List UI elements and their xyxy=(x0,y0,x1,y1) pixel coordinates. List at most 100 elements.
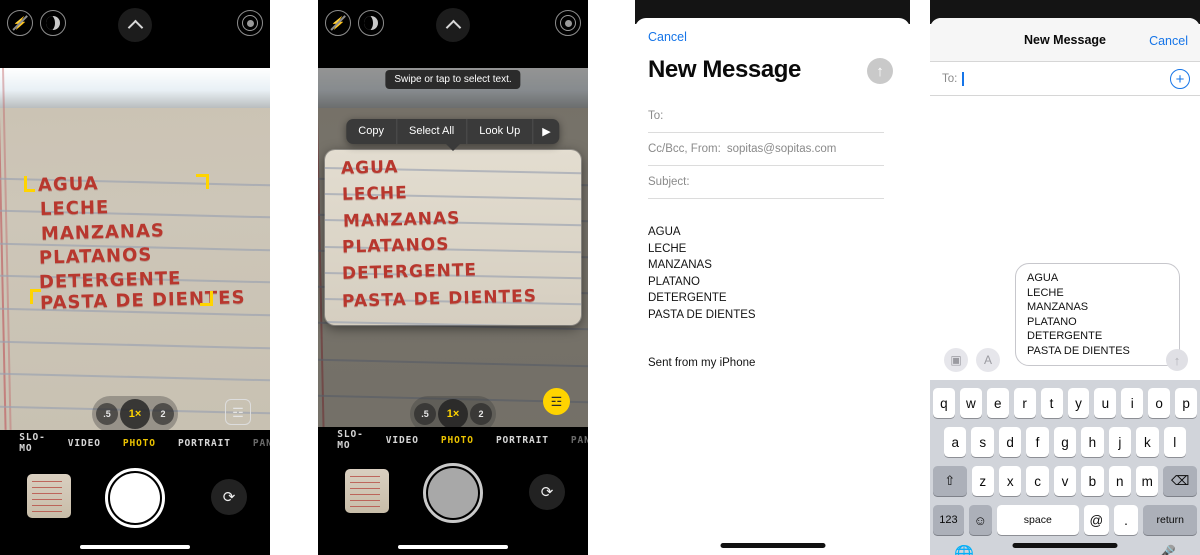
mail-compose-sheet: Cancel New Message ↑ To: Cc/Bcc, From: s… xyxy=(635,18,910,555)
live-text-icon[interactable]: ☲ xyxy=(543,388,570,415)
key-b[interactable]: b xyxy=(1081,466,1104,496)
zoom-option-1x[interactable]: 1× xyxy=(438,399,468,429)
camera-viewfinder[interactable]: AGUA LECHE MANZANAS PLATANOS DETERGENTE … xyxy=(0,68,270,430)
flash-off-icon[interactable]: ⚡ xyxy=(325,10,351,36)
context-menu-look-up[interactable]: Look Up xyxy=(467,119,534,144)
mail-to-field[interactable]: To: xyxy=(648,100,884,133)
shutter-button[interactable] xyxy=(423,463,483,523)
camera-mode-strip[interactable]: E SLO-MO VIDEO PHOTO PORTRAIT PANO xyxy=(0,430,270,456)
numbers-key[interactable]: 123 xyxy=(933,505,964,535)
backspace-key[interactable]: ⌫ xyxy=(1163,466,1198,496)
keyboard-row-2: a s d f g h j k l xyxy=(930,427,1200,457)
key-v[interactable]: v xyxy=(1053,466,1077,496)
last-photo-thumbnail[interactable] xyxy=(345,469,389,513)
mail-body-text[interactable]: AGUA LECHE MANZANAS PLATANO DETERGENTE P… xyxy=(648,224,888,323)
text-context-menu[interactable]: Copy Select All Look Up ▶ xyxy=(346,119,560,144)
key-r[interactable]: r xyxy=(1013,388,1036,418)
send-button[interactable]: ↑ xyxy=(1166,349,1188,371)
period-key[interactable]: . xyxy=(1113,505,1139,535)
context-menu-select-all[interactable]: Select All xyxy=(397,119,468,144)
add-contact-button[interactable]: + xyxy=(1170,69,1190,89)
key-z[interactable]: z xyxy=(971,466,994,496)
key-e[interactable]: e xyxy=(986,388,1009,418)
key-h[interactable]: h xyxy=(1081,427,1104,457)
key-f[interactable]: f xyxy=(1026,427,1049,457)
key-d[interactable]: d xyxy=(998,427,1022,457)
key-a[interactable]: a xyxy=(944,427,967,457)
camera-mode-strip[interactable]: E SLO-MO VIDEO PHOTO PORTRAIT PANO xyxy=(318,427,588,453)
key-q[interactable]: q xyxy=(932,388,955,418)
app-store-icon[interactable]: A xyxy=(976,348,1000,372)
key-o[interactable]: o xyxy=(1148,388,1171,418)
messages-cancel-button[interactable]: Cancel xyxy=(1149,34,1188,48)
key-i[interactable]: i xyxy=(1121,388,1144,418)
mail-body-line: AGUA xyxy=(648,226,681,238)
live-photo-icon[interactable] xyxy=(237,10,263,36)
microphone-icon[interactable]: 🎤 xyxy=(1156,544,1176,555)
zoom-selector[interactable]: .5 1× 2 xyxy=(92,396,178,430)
camera-mode-photo[interactable]: PHOTO xyxy=(441,435,474,446)
key-t[interactable]: t xyxy=(1040,388,1063,418)
space-key[interactable]: space xyxy=(996,505,1079,535)
on-screen-keyboard[interactable]: q w e r t y u i o p a s d f g h j k l ⇧ … xyxy=(930,380,1200,555)
mail-subject-field[interactable]: Subject: xyxy=(648,166,884,199)
selected-text-card[interactable]: AGUA LECHE MANZANAS PLATANOS DETERGENTE … xyxy=(325,150,581,325)
mail-cancel-button[interactable]: Cancel xyxy=(648,30,687,44)
globe-icon[interactable]: 🌐 xyxy=(954,544,974,555)
key-l[interactable]: l xyxy=(1163,427,1186,457)
shutter-button[interactable] xyxy=(105,468,165,528)
messages-to-field[interactable]: To: + xyxy=(930,62,1200,96)
zoom-option-1x[interactable]: 1× xyxy=(120,399,150,429)
chevron-up-icon[interactable] xyxy=(436,8,470,42)
camera-mode-slomo[interactable]: SLO-MO xyxy=(19,432,45,454)
night-mode-icon[interactable] xyxy=(40,10,66,36)
mail-send-button[interactable]: ↑ xyxy=(867,58,893,84)
camera-mode-portrait[interactable]: PORTRAIT xyxy=(178,438,231,449)
live-text-icon[interactable]: ☲ xyxy=(225,399,251,425)
bubble-line: MANZANAS xyxy=(1027,301,1089,313)
zoom-option-0.5[interactable]: .5 xyxy=(96,403,118,425)
flip-camera-icon[interactable]: ⟳ xyxy=(529,474,565,510)
flip-camera-icon[interactable]: ⟳ xyxy=(211,479,247,515)
camera-icon[interactable]: ▣ xyxy=(944,348,968,372)
camera-mode-slomo[interactable]: SLO-MO xyxy=(337,429,363,451)
zoom-option-2x[interactable]: 2 xyxy=(152,403,174,425)
key-g[interactable]: g xyxy=(1053,427,1077,457)
context-menu-copy[interactable]: Copy xyxy=(346,119,397,144)
live-photo-icon[interactable] xyxy=(555,10,581,36)
zoom-selector[interactable]: .5 1× 2 xyxy=(410,396,496,430)
mail-body-line: PASTA DE DIENTES xyxy=(648,308,756,321)
panel-messages-compose: New Message Cancel To: + AGUA LECHE MANZ… xyxy=(930,0,1200,555)
key-y[interactable]: y xyxy=(1067,388,1090,418)
key-m[interactable]: m xyxy=(1136,466,1159,496)
camera-mode-pano[interactable]: PANO xyxy=(253,438,270,449)
flash-off-icon[interactable]: ⚡ xyxy=(7,10,33,36)
at-key[interactable]: @ xyxy=(1083,505,1109,535)
key-c[interactable]: c xyxy=(1026,466,1049,496)
camera-mode-video[interactable]: VIDEO xyxy=(386,435,419,446)
camera-mode-photo[interactable]: PHOTO xyxy=(123,438,156,449)
key-w[interactable]: w xyxy=(959,388,982,418)
key-s[interactable]: s xyxy=(971,427,994,457)
key-u[interactable]: u xyxy=(1094,388,1117,418)
camera-mode-pano[interactable]: PANO xyxy=(571,435,588,446)
night-mode-icon[interactable] xyxy=(358,10,384,36)
mail-from-value: sopitas@sopitas.com xyxy=(726,143,837,155)
camera-mode-portrait[interactable]: PORTRAIT xyxy=(496,435,549,446)
return-key[interactable]: return xyxy=(1143,505,1197,535)
camera-mode-video[interactable]: VIDEO xyxy=(68,438,101,449)
shift-key[interactable]: ⇧ xyxy=(932,466,967,496)
mail-from-field[interactable]: Cc/Bcc, From: sopitas@sopitas.com xyxy=(648,133,884,166)
zoom-option-2x[interactable]: 2 xyxy=(470,403,492,425)
chevron-up-icon[interactable] xyxy=(118,8,152,42)
zoom-option-0.5[interactable]: .5 xyxy=(414,403,436,425)
last-photo-thumbnail[interactable] xyxy=(27,474,71,518)
emoji-key[interactable]: ☺ xyxy=(968,505,992,535)
mail-body-line: DETERGENTE xyxy=(648,292,727,304)
key-n[interactable]: n xyxy=(1108,466,1132,496)
context-menu-more-icon[interactable]: ▶ xyxy=(533,119,559,144)
key-j[interactable]: j xyxy=(1108,427,1132,457)
key-p[interactable]: p xyxy=(1175,388,1198,418)
key-x[interactable]: x xyxy=(998,466,1022,496)
key-k[interactable]: k xyxy=(1136,427,1159,457)
